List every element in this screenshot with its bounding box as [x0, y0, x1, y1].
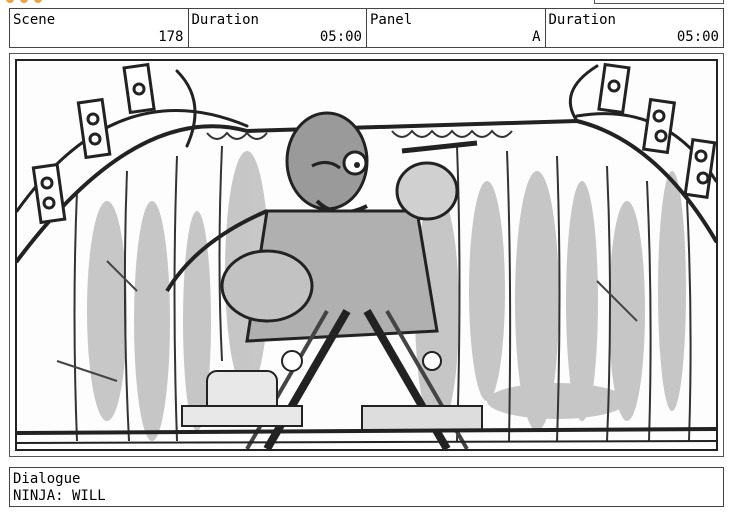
speakers-left [31, 62, 156, 225]
panel-duration-cell: Duration 05:00 [546, 9, 724, 47]
panel-duration-label: Duration [548, 12, 616, 28]
storyboard-sketch-icon [17, 62, 716, 449]
scene-duration-label: Duration [191, 12, 259, 28]
speakers-right [597, 62, 716, 199]
corner-control[interactable] [594, 0, 724, 4]
scene-value[interactable]: 178 [158, 29, 183, 45]
scene-duration-value[interactable]: 05:00 [320, 29, 362, 45]
panel-value[interactable]: A [532, 29, 540, 45]
dialogue-text[interactable]: NINJA: WILL [13, 488, 720, 505]
panel-cell: Panel A [367, 9, 546, 47]
dialogue-box[interactable]: Dialogue NINJA: WILL [9, 467, 724, 507]
scene-duration-cell: Duration 05:00 [189, 9, 367, 47]
panel-label: Panel [370, 12, 413, 28]
storyboard-panel[interactable] [9, 53, 724, 457]
top-edge [0, 0, 736, 6]
stage-floor [17, 427, 716, 444]
panel-info-header: Scene 178 Duration 05:00 Panel A Duratio… [9, 8, 724, 48]
logo-icon [6, 0, 66, 4]
panel-duration-value[interactable]: 05:00 [677, 29, 719, 45]
panel-image [15, 59, 718, 451]
scene-label: Scene [13, 12, 56, 28]
scene-cell: Scene 178 [10, 9, 189, 47]
dialogue-label: Dialogue [13, 471, 81, 487]
